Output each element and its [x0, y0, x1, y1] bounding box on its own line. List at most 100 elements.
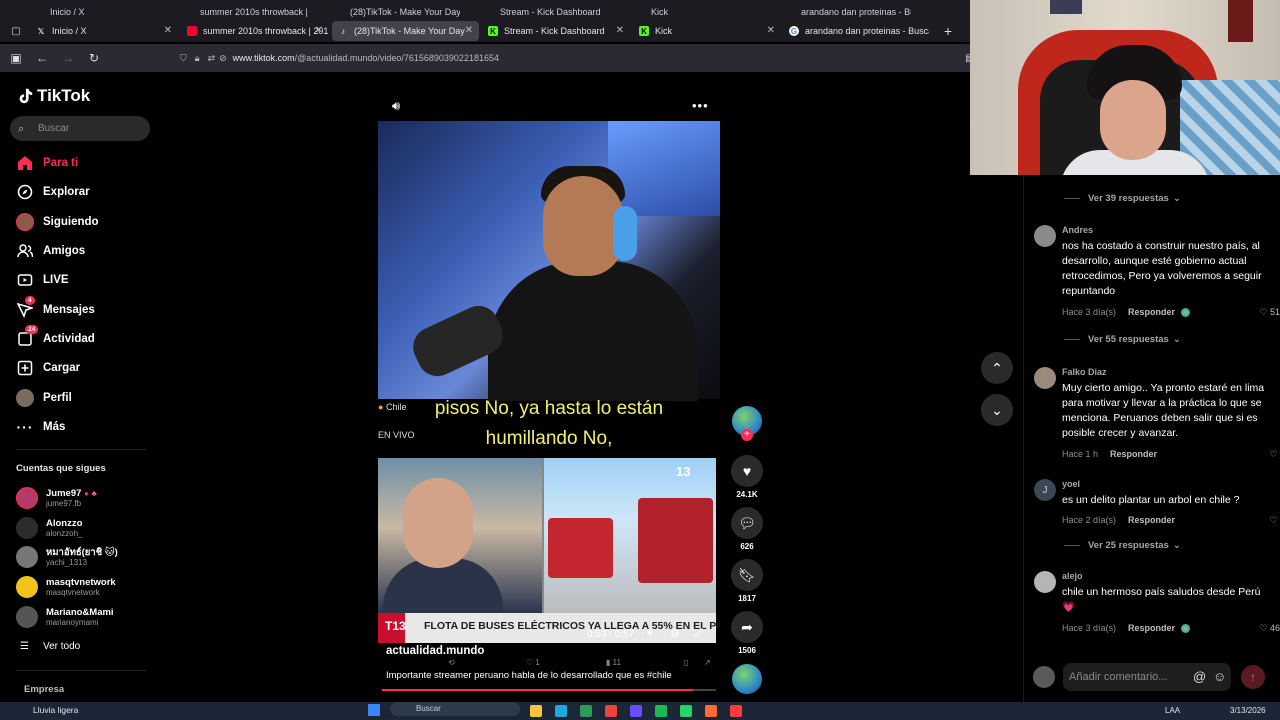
avatar[interactable]: [1034, 367, 1056, 389]
like-button[interactable]: ♥ 24.1K: [731, 455, 763, 499]
follow-plus-icon[interactable]: +: [741, 429, 753, 441]
reply-button[interactable]: Responder: [1110, 449, 1157, 459]
taskbar-search[interactable]: Buscar: [390, 702, 520, 716]
nav-cargar[interactable]: Cargar: [16, 357, 80, 379]
tab-youtube[interactable]: summer 2010s throwback | 201 ✕: [181, 21, 329, 41]
whatsapp-icon[interactable]: [680, 705, 692, 717]
following-item[interactable]: Jume97 ● ♣ jume97.fb: [16, 485, 97, 511]
comment-user[interactable]: Andres: [1062, 225, 1093, 235]
next-video-button[interactable]: ⌄: [981, 394, 1013, 426]
reply-button[interactable]: Responder: [1128, 515, 1175, 525]
tiktok-logo[interactable]: TikTok: [16, 86, 90, 106]
nav-live[interactable]: LIVE: [16, 269, 69, 291]
following-item[interactable]: หมาอัทธ์(ยาชิ 🐱) yachi_1313: [16, 544, 118, 570]
previous-video-button[interactable]: ⌃: [981, 352, 1013, 384]
send-button[interactable]: ↑: [1241, 665, 1265, 689]
file-explorer-icon[interactable]: [530, 705, 542, 717]
nav-perfil[interactable]: Perfil: [16, 387, 72, 409]
spotify-icon[interactable]: [655, 705, 667, 717]
share-button[interactable]: ➦ 1506: [731, 611, 763, 655]
app-icon[interactable]: [580, 705, 592, 717]
clock-date[interactable]: 3/13/2026: [1230, 706, 1266, 715]
firefox-icon[interactable]: [705, 705, 717, 717]
comment-likes[interactable]: ♡ 0: [1269, 449, 1280, 460]
video-progress-bar[interactable]: [382, 689, 716, 691]
bookmark-mini-icon[interactable]: ▯: [684, 658, 688, 667]
actividad-badge: 24: [25, 325, 39, 334]
sound-disc-button[interactable]: [731, 664, 763, 694]
nav-siguiendo[interactable]: Siguiendo: [16, 211, 99, 233]
close-icon[interactable]: ✕: [616, 25, 624, 36]
emoji-icon[interactable]: ☺: [1213, 669, 1226, 684]
discord-icon[interactable]: [630, 705, 642, 717]
video-author[interactable]: actualidad.mundo: [386, 645, 484, 657]
mini-like[interactable]: ♡ 1: [526, 658, 540, 667]
fullscreen-icon[interactable]: ⤢: [694, 627, 703, 640]
edge-icon[interactable]: [555, 705, 567, 717]
comment-user[interactable]: yoel: [1062, 479, 1080, 489]
permissions-icon[interactable]: ⇄: [208, 53, 216, 64]
new-tab-icon[interactable]: +: [938, 21, 958, 41]
reply-button[interactable]: Responder: [1128, 623, 1175, 633]
nav-mas[interactable]: ··· Más: [16, 416, 66, 438]
following-item[interactable]: Mariano&Mami marianoymami: [16, 604, 114, 630]
view-replies-link[interactable]: Ver 39 respuestas ⌄: [1064, 193, 1181, 204]
tab-x[interactable]: 𝕏 Inicio / X ✕: [30, 21, 178, 41]
comment-user[interactable]: alejo: [1062, 571, 1083, 581]
comment-text: Muy cierto amigo.. Ya pronto estaré en l…: [1062, 382, 1265, 439]
mute-icon[interactable]: 🔉︎: [647, 627, 654, 640]
author-avatar-button[interactable]: +: [731, 406, 763, 442]
settings-icon[interactable]: ⚙: [670, 627, 680, 640]
comment-button[interactable]: 💬︎ 626: [731, 507, 763, 551]
nav-para-ti[interactable]: Para ti: [16, 152, 78, 174]
following-item[interactable]: Alonzzo alonzzoh_: [16, 515, 82, 541]
avatar[interactable]: [1034, 225, 1056, 247]
tab-google[interactable]: G arandano dan proteinas - Busca: [783, 21, 929, 41]
view-replies-link[interactable]: Ver 55 respuestas ⌄: [1064, 334, 1181, 345]
close-icon[interactable]: ✕: [315, 25, 323, 36]
tab-kick-dashboard[interactable]: K Stream - Kick Dashboard ✕: [482, 21, 630, 41]
repost-icon[interactable]: ⟲: [448, 658, 455, 667]
url-bar[interactable]: ⛉ 🔒︎ ⇄ ⊘ www.tiktok.com/@actualidad.mund…: [180, 48, 960, 68]
search-input[interactable]: ⌕ Buscar: [10, 116, 150, 141]
forward-icon[interactable]: →: [58, 48, 78, 68]
back-icon[interactable]: ←: [32, 48, 52, 68]
volume-icon[interactable]: 🔊︎: [392, 98, 400, 114]
reload-icon[interactable]: ↻: [84, 48, 104, 68]
avatar[interactable]: [1034, 571, 1056, 593]
lock-icon[interactable]: 🔒︎: [195, 53, 200, 64]
language-indicator[interactable]: LAA: [1165, 706, 1180, 715]
nav-actividad[interactable]: 24 Actividad: [16, 325, 95, 350]
tracking-icon[interactable]: ⊘: [219, 53, 227, 64]
sidebar-toggle-icon[interactable]: ▣: [6, 48, 26, 68]
following-item[interactable]: masqtvnetwork masqtvnetwork: [16, 574, 116, 600]
tab-kick[interactable]: K Kick ✕: [633, 21, 781, 41]
mention-icon[interactable]: @: [1193, 669, 1206, 684]
close-icon[interactable]: ✕: [465, 25, 473, 36]
save-button[interactable]: 🔖︎ 1817: [731, 559, 763, 603]
nav-explorar[interactable]: Explorar: [16, 181, 90, 203]
more-options-icon[interactable]: •••: [692, 98, 709, 113]
video-player[interactable]: 🔊︎ ••• ● Chile EN VIVO pisos No, ya hast…: [378, 88, 720, 694]
app-icon[interactable]: [605, 705, 617, 717]
nav-amigos[interactable]: Amigos: [16, 240, 85, 262]
windows-start-icon[interactable]: [368, 704, 380, 716]
company-link[interactable]: Empresa: [24, 684, 64, 695]
close-icon[interactable]: ✕: [767, 25, 775, 36]
comment-likes[interactable]: ♡ 510: [1259, 307, 1280, 318]
comment-likes[interactable]: ♡ 7: [1269, 515, 1280, 526]
comment-likes[interactable]: ♡ 468: [1259, 623, 1280, 634]
tab-tiktok[interactable]: ♪ (28)TikTok - Make Your Day ✕: [332, 21, 479, 41]
tab-list-icon[interactable]: ▢: [6, 21, 26, 41]
see-all-link[interactable]: ☰ Ver todo: [20, 641, 80, 652]
weather-widget[interactable]: Lluvia ligera: [33, 705, 78, 715]
close-icon[interactable]: ✕: [164, 25, 172, 36]
reply-button[interactable]: Responder: [1128, 307, 1175, 317]
nav-mensajes[interactable]: 4 Mensajes: [16, 296, 95, 321]
view-replies-link[interactable]: Ver 25 respuestas ⌄: [1064, 540, 1181, 551]
comment-user[interactable]: Falko Diaz: [1062, 367, 1107, 377]
avatar[interactable]: J: [1034, 479, 1056, 501]
app-icon[interactable]: [730, 705, 742, 717]
share-mini-icon[interactable]: ↗: [704, 658, 711, 667]
shield-icon[interactable]: ⛉: [180, 53, 187, 64]
